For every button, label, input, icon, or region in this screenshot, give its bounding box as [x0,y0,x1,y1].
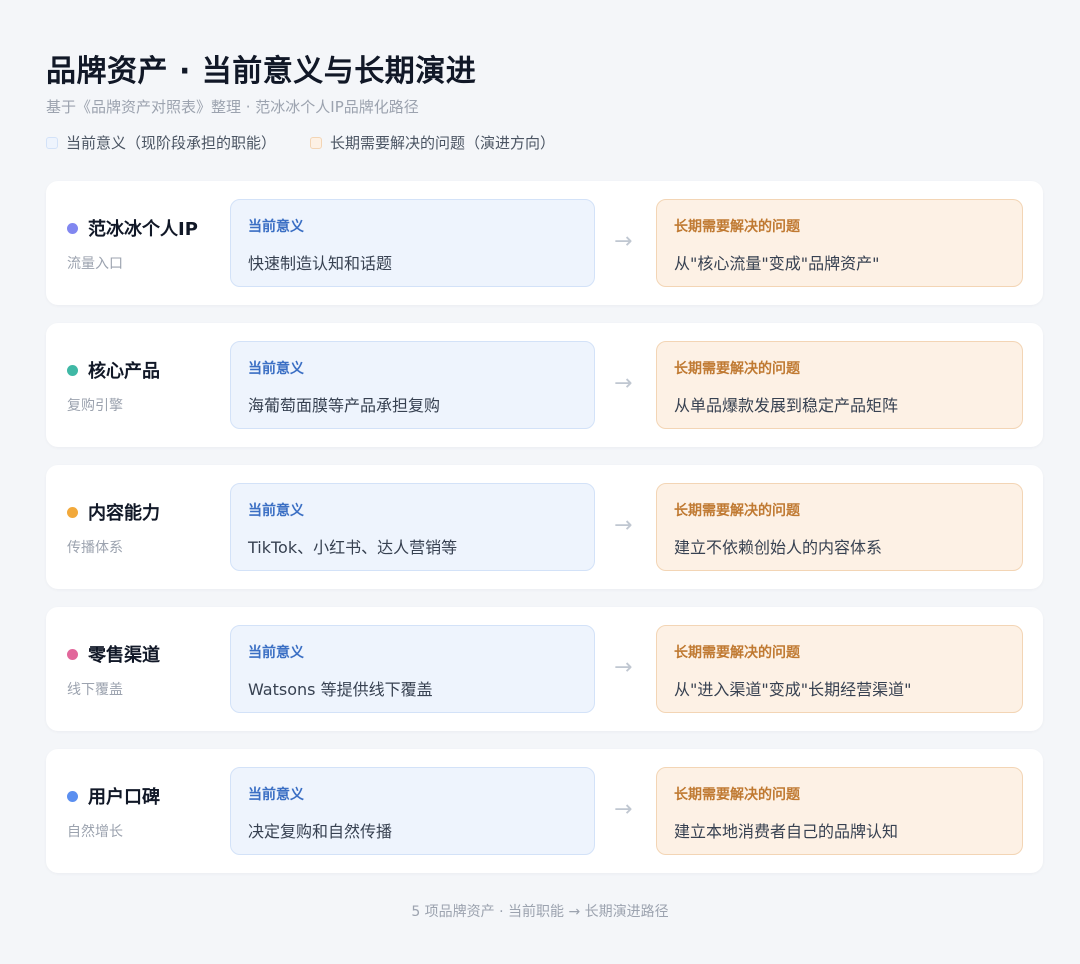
current-meaning-card: 当前意义 TikTok、小红书、达人营销等 [230,483,595,571]
asset-role: 线下覆盖 [67,682,123,698]
long-term-problem-label: 长期需要解决的问题 [674,787,800,803]
long-term-problem-text: 建立本地消费者自己的品牌认知 [674,822,899,841]
current-meaning-card: 当前意义 Watsons 等提供线下覆盖 [230,625,595,713]
current-meaning-label: 当前意义 [248,787,304,803]
long-term-problem-label: 长期需要解决的问题 [674,645,800,661]
current-meaning-label: 当前意义 [248,361,304,377]
current-meaning-card: 当前意义 快速制造认知和话题 [230,199,595,287]
asset-dot [67,364,78,376]
current-meaning-text: TikTok、小红书、达人营销等 [248,538,458,557]
long-term-problem-text: 从"核心流量"变成"品牌资产" [674,254,880,273]
asset-row: 零售渠道 线下覆盖 当前意义 Watsons 等提供线下覆盖 → 长期需要解决的… [46,607,1043,731]
current-meaning-label: 当前意义 [248,645,304,661]
arrow-right-icon: → [614,655,633,680]
asset-name: 用户口碑 [88,787,160,808]
long-term-problem-text: 建立不依赖创始人的内容体系 [674,538,883,557]
asset-dot [67,648,78,660]
long-term-problem-card: 长期需要解决的问题 从"进入渠道"变成"长期经营渠道" [656,625,1023,713]
asset-name: 核心产品 [88,361,160,382]
long-term-problem-text: 从"进入渠道"变成"长期经营渠道" [674,680,912,699]
current-meaning-text: Watsons 等提供线下覆盖 [248,680,433,699]
page-subtitle: 基于《品牌资产对照表》整理 · 范冰冰个人IP品牌化路径 [46,98,419,116]
long-term-problem-card: 长期需要解决的问题 从"核心流量"变成"品牌资产" [656,199,1023,287]
asset-name: 内容能力 [88,503,160,524]
current-meaning-label: 当前意义 [248,219,304,235]
current-meaning-text: 快速制造认知和话题 [248,254,393,273]
arrow-right-icon: → [614,513,633,538]
long-term-problem-label: 长期需要解决的问题 [674,219,800,235]
asset-role: 传播体系 [67,540,123,556]
page-title: 品牌资产 · 当前意义与长期演进 [46,54,477,89]
asset-heading: 零售渠道 线下覆盖 [67,641,237,699]
long-term-problem-label: 长期需要解决的问题 [674,361,800,377]
asset-heading: 内容能力 传播体系 [67,499,237,557]
arrow-right-icon: → [614,797,633,822]
legend-swatch-future [310,136,323,149]
legend-label-future: 长期需要解决的问题（演进方向） [330,134,556,152]
asset-row: 用户口碑 自然增长 当前意义 决定复购和自然传播 → 长期需要解决的问题 建立本… [46,749,1043,873]
asset-role: 流量入口 [67,256,123,272]
legend: 当前意义（现阶段承担的职能） 长期需要解决的问题（演进方向） [46,132,555,153]
asset-dot [67,790,78,802]
asset-role: 自然增长 [67,824,123,840]
legend-swatch-current [46,136,58,149]
long-term-problem-card: 长期需要解决的问题 从单品爆款发展到稳定产品矩阵 [656,341,1023,429]
asset-dot [67,506,78,518]
legend-label-current: 当前意义（现阶段承担的职能） [66,134,277,152]
asset-row: 范冰冰个人IP 流量入口 当前意义 快速制造认知和话题 → 长期需要解决的问题 … [46,181,1043,305]
asset-heading: 核心产品 复购引擎 [67,357,237,415]
asset-row: 内容能力 传播体系 当前意义 TikTok、小红书、达人营销等 → 长期需要解决… [46,465,1043,589]
long-term-problem-label: 长期需要解决的问题 [674,503,800,519]
asset-role: 复购引擎 [67,398,123,414]
current-meaning-text: 决定复购和自然传播 [248,822,393,841]
asset-row: 核心产品 复购引擎 当前意义 海葡萄面膜等产品承担复购 → 长期需要解决的问题 … [46,323,1043,447]
current-meaning-label: 当前意义 [248,503,304,519]
legend-item-current: 当前意义（现阶段承担的职能） [46,132,276,153]
asset-dot [67,222,78,234]
current-meaning-card: 当前意义 决定复购和自然传播 [230,767,595,855]
asset-heading: 用户口碑 自然增长 [67,783,237,841]
current-meaning-card: 当前意义 海葡萄面膜等产品承担复购 [230,341,595,429]
asset-list: 范冰冰个人IP 流量入口 当前意义 快速制造认知和话题 → 长期需要解决的问题 … [46,181,1043,891]
legend-item-future: 长期需要解决的问题（演进方向） [310,132,555,153]
current-meaning-text: 海葡萄面膜等产品承担复购 [248,396,441,415]
asset-heading: 范冰冰个人IP 流量入口 [67,215,237,273]
footer-summary: 5 项品牌资产 · 当前职能 → 长期演进路径 [411,904,669,920]
long-term-problem-card: 长期需要解决的问题 建立本地消费者自己的品牌认知 [656,767,1023,855]
asset-name: 零售渠道 [88,645,160,666]
arrow-right-icon: → [614,371,633,396]
asset-name: 范冰冰个人IP [88,219,198,240]
arrow-right-icon: → [614,229,633,254]
long-term-problem-card: 长期需要解决的问题 建立不依赖创始人的内容体系 [656,483,1023,571]
long-term-problem-text: 从单品爆款发展到稳定产品矩阵 [674,396,899,415]
